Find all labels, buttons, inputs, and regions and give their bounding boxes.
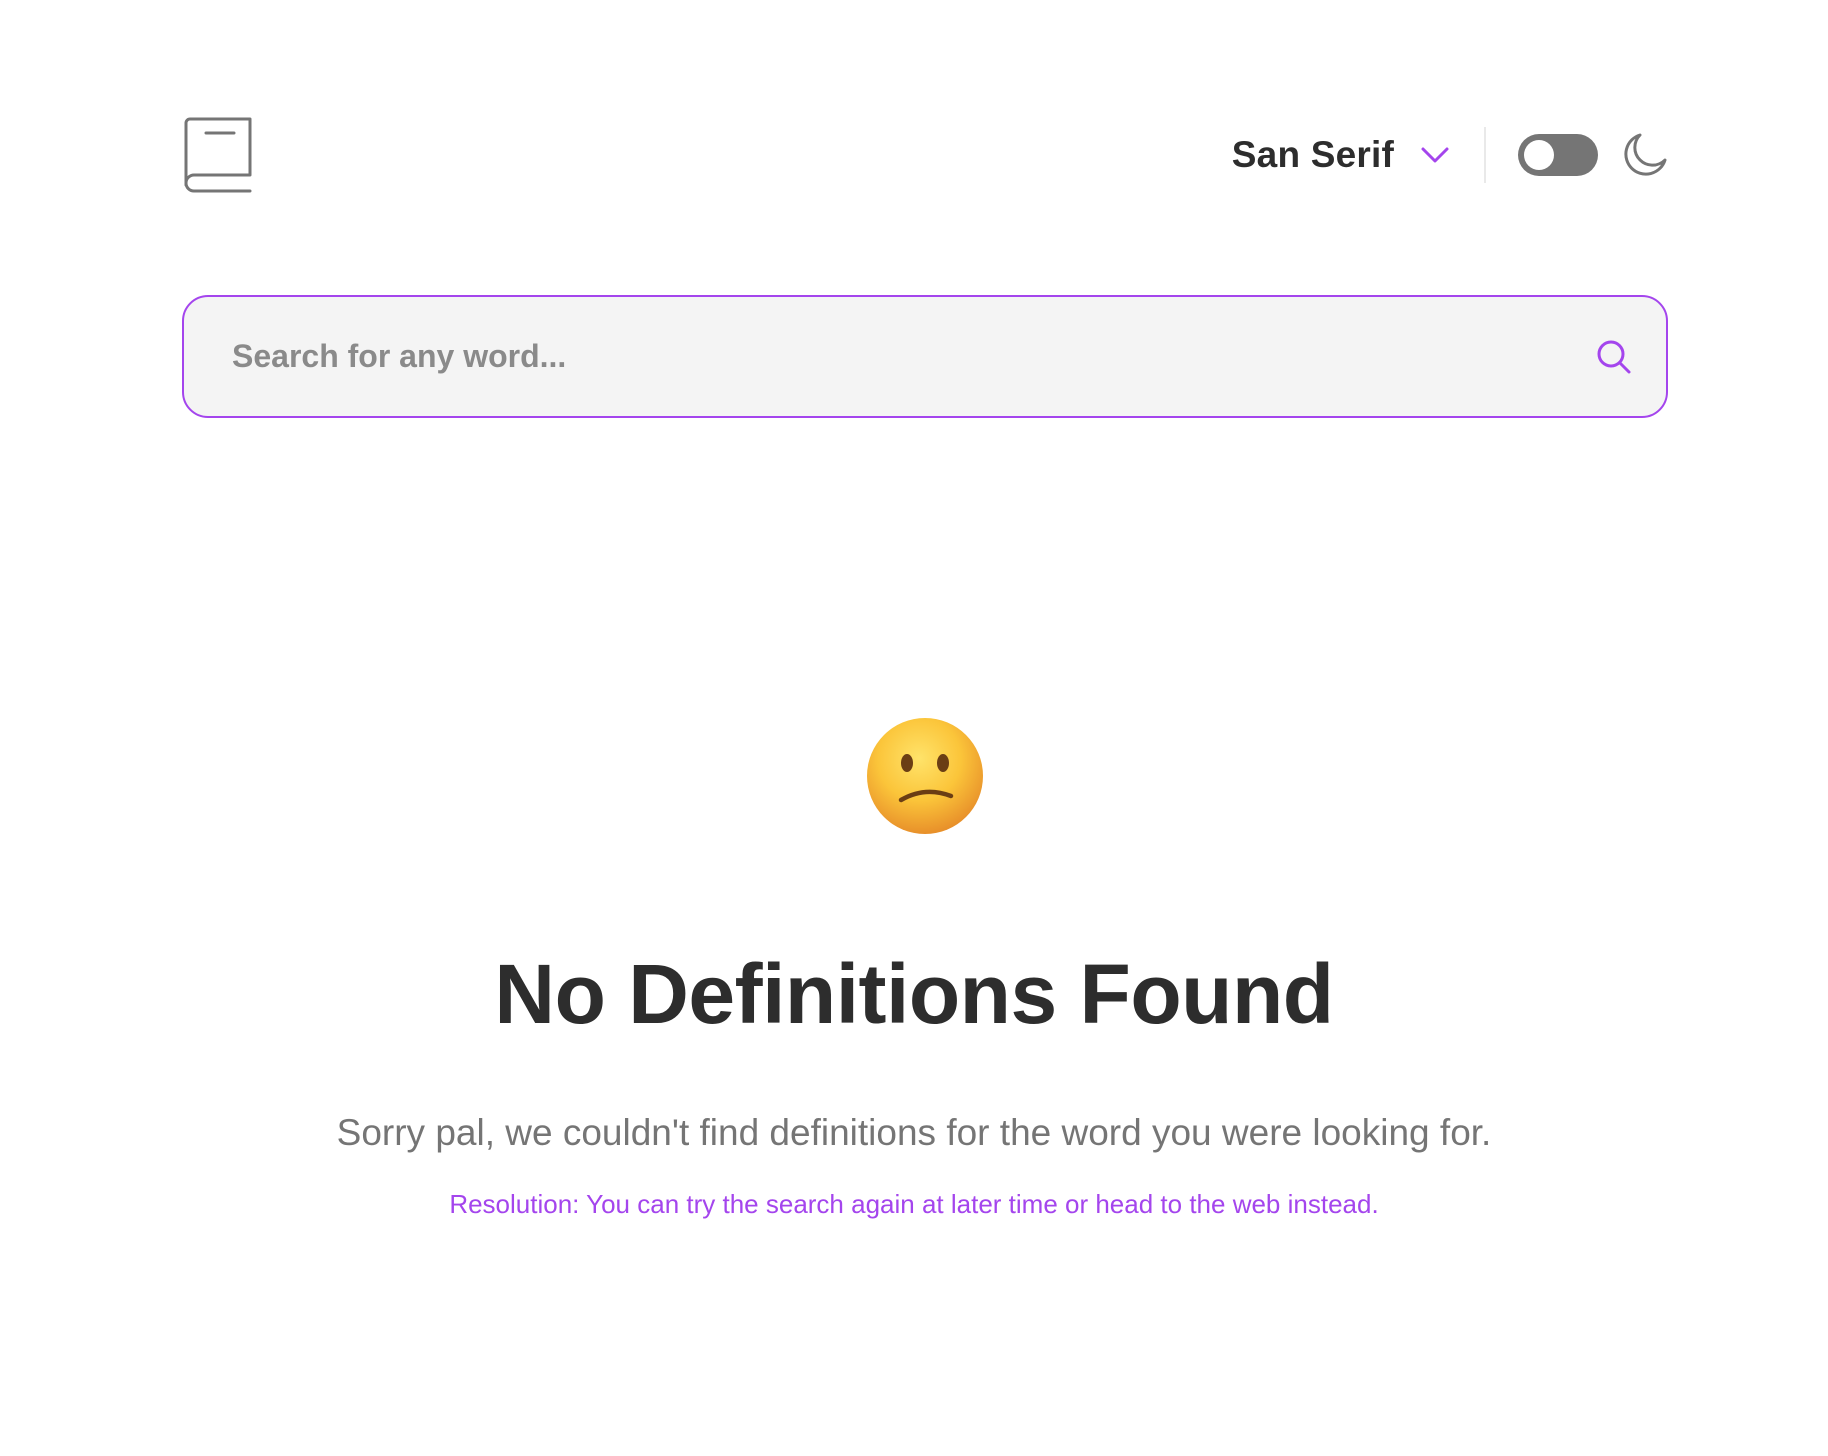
app-header: San Serif xyxy=(182,112,1668,198)
search-input[interactable] xyxy=(232,338,1594,375)
search-icon[interactable] xyxy=(1594,337,1634,377)
header-controls: San Serif xyxy=(1232,127,1668,183)
book-icon[interactable] xyxy=(182,115,254,195)
empty-state-message: Sorry pal, we couldn't find definitions … xyxy=(336,1112,1492,1153)
toggle-knob xyxy=(1524,140,1554,170)
moon-icon[interactable] xyxy=(1622,132,1668,178)
empty-state-resolution: Resolution: You can try the search again… xyxy=(449,1189,1379,1219)
confused-face-icon xyxy=(865,716,985,836)
empty-state-title: No Definitions Found xyxy=(494,947,1334,1041)
header-divider xyxy=(1484,127,1486,183)
font-selector[interactable]: San Serif xyxy=(1232,134,1454,176)
theme-toggle[interactable] xyxy=(1518,134,1598,176)
chevron-down-icon[interactable] xyxy=(1420,144,1454,166)
dictionary-app: San Serif Search for any word... No Defi… xyxy=(0,0,1828,1456)
font-selector-value: San Serif xyxy=(1231,134,1394,175)
search-bar xyxy=(182,295,1668,418)
